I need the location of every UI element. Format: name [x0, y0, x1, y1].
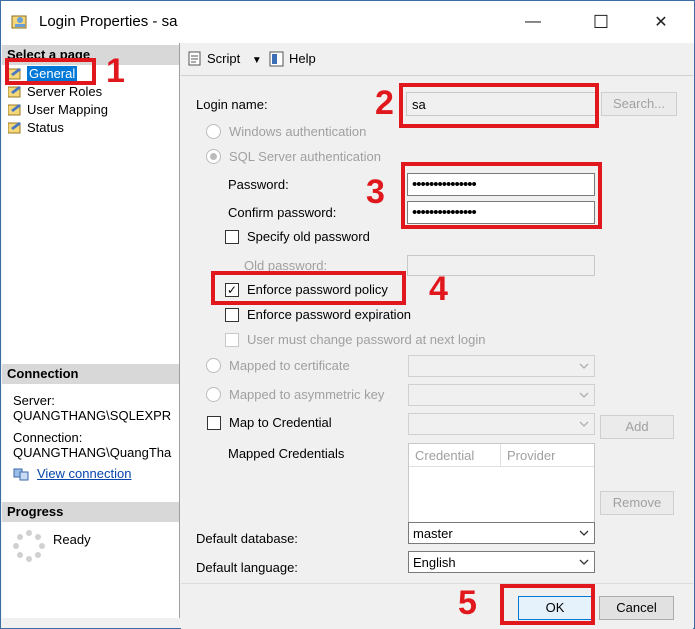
annotation-box-login-name: [399, 83, 599, 128]
default-database-value: master: [413, 526, 453, 541]
password-label: Password:: [228, 177, 289, 192]
chevron-down-icon: [579, 530, 589, 536]
enforce-expiration-checkbox[interactable]: [225, 308, 239, 322]
close-button[interactable]: ✕: [638, 1, 684, 43]
mapped-asym-radio[interactable]: [206, 387, 221, 402]
chevron-down-icon: [579, 421, 589, 427]
asymmetric-key-combo[interactable]: [408, 384, 595, 406]
nav-item-label: Server Roles: [27, 84, 103, 99]
column-divider: [500, 444, 501, 466]
progress-header: Progress: [2, 502, 179, 522]
connection-label: Connection:: [13, 430, 83, 445]
annotation-box-general: [5, 58, 96, 85]
nav-item-server-roles[interactable]: Server Roles: [7, 83, 103, 101]
view-connection-link[interactable]: View connection: [13, 466, 131, 481]
annotation-box-ok: [500, 584, 595, 625]
script-icon: [187, 51, 203, 67]
column-credential[interactable]: Credential: [415, 448, 474, 463]
script-button[interactable]: Script ▼: [187, 51, 262, 66]
confirm-password-label: Confirm password:: [228, 205, 337, 220]
minimize-button[interactable]: —: [510, 1, 556, 43]
windows-auth-label: Windows authentication: [229, 124, 367, 139]
column-provider[interactable]: Provider: [507, 448, 555, 463]
server-label: Server:: [13, 393, 55, 408]
server-value: QUANGTHANG\SQLEXPR: [13, 408, 172, 423]
chevron-down-icon[interactable]: ▼: [252, 55, 262, 66]
cancel-button[interactable]: Cancel: [599, 596, 674, 620]
chevron-down-icon: [579, 392, 589, 398]
default-language-combo[interactable]: English: [408, 551, 595, 573]
annotation-number-5: 5: [458, 584, 477, 622]
annotation-number-3: 3: [366, 173, 385, 211]
toolbar: Script ▼ Help: [181, 43, 693, 76]
progress-status: Ready: [53, 532, 91, 547]
must-change-checkbox[interactable]: [225, 333, 239, 347]
enforce-expiration-label: Enforce password expiration: [247, 307, 412, 322]
connection-value: QUANGTHANG\QuangTha: [13, 445, 172, 460]
nav-item-label: User Mapping: [27, 102, 108, 117]
mapped-cert-label: Mapped to certificate: [229, 358, 350, 373]
default-language-value: English: [413, 555, 456, 570]
chevron-down-icon: [579, 363, 589, 369]
specify-old-password-checkbox[interactable]: [225, 230, 239, 244]
annotation-box-enforce-policy: [211, 271, 406, 305]
view-connection-label: View connection: [37, 466, 132, 481]
sql-auth-radio[interactable]: [206, 149, 221, 164]
remove-button[interactable]: Remove: [600, 491, 674, 515]
help-label: Help: [289, 51, 316, 66]
windows-auth-radio[interactable]: [206, 124, 221, 139]
sql-auth-label: SQL Server authentication: [229, 149, 381, 164]
nav-item-label: Status: [27, 120, 64, 135]
spinner-icon: [12, 529, 46, 563]
default-language-label: Default language:: [196, 560, 298, 575]
script-label: Script: [207, 51, 241, 66]
mapped-cert-radio[interactable]: [206, 358, 221, 373]
grid-header: Credential Provider: [409, 444, 594, 467]
title-bar: Login Properties - sa — ☐ ✕: [1, 1, 694, 43]
help-button[interactable]: Help: [269, 51, 316, 67]
map-credential-label: Map to Credential: [229, 415, 332, 430]
login-name-label: Login name:: [196, 97, 268, 112]
specify-old-password-label: Specify old password: [247, 229, 370, 244]
default-database-combo[interactable]: master: [408, 522, 595, 544]
search-button[interactable]: Search...: [601, 92, 677, 116]
annotation-number-1: 1: [106, 52, 125, 90]
page-icon: [7, 121, 22, 134]
help-icon: [269, 51, 285, 67]
mapped-credentials-label: Mapped Credentials: [228, 446, 345, 461]
login-properties-window: Login Properties - sa — ☐ ✕ Select a pag…: [0, 0, 695, 629]
mapped-asym-label: Mapped to asymmetric key: [229, 387, 385, 402]
connection-header: Connection: [2, 364, 179, 384]
default-database-label: Default database:: [196, 531, 298, 546]
must-change-label: User must change password at next login: [247, 332, 486, 347]
annotation-number-2: 2: [375, 84, 394, 122]
dialog-footer: OK Cancel: [181, 583, 693, 629]
page-icon: [7, 85, 22, 98]
annotation-number-4: 4: [429, 270, 448, 308]
window-title: Login Properties - sa: [39, 13, 178, 30]
maximize-button[interactable]: ☐: [578, 1, 624, 43]
nav-item-status[interactable]: Status: [7, 119, 64, 137]
chevron-down-icon: [579, 559, 589, 565]
app-icon: [11, 13, 29, 31]
map-credential-checkbox[interactable]: [207, 416, 221, 430]
credential-combo[interactable]: [408, 413, 595, 435]
page-icon: [7, 103, 22, 116]
add-button[interactable]: Add: [600, 415, 674, 439]
annotation-box-passwords: [401, 162, 602, 229]
certificate-combo[interactable]: [408, 355, 595, 377]
nav-item-user-mapping[interactable]: User Mapping: [7, 101, 108, 119]
connection-icon: [13, 467, 29, 481]
left-pane: Select a page General Server Roles User …: [2, 43, 180, 618]
